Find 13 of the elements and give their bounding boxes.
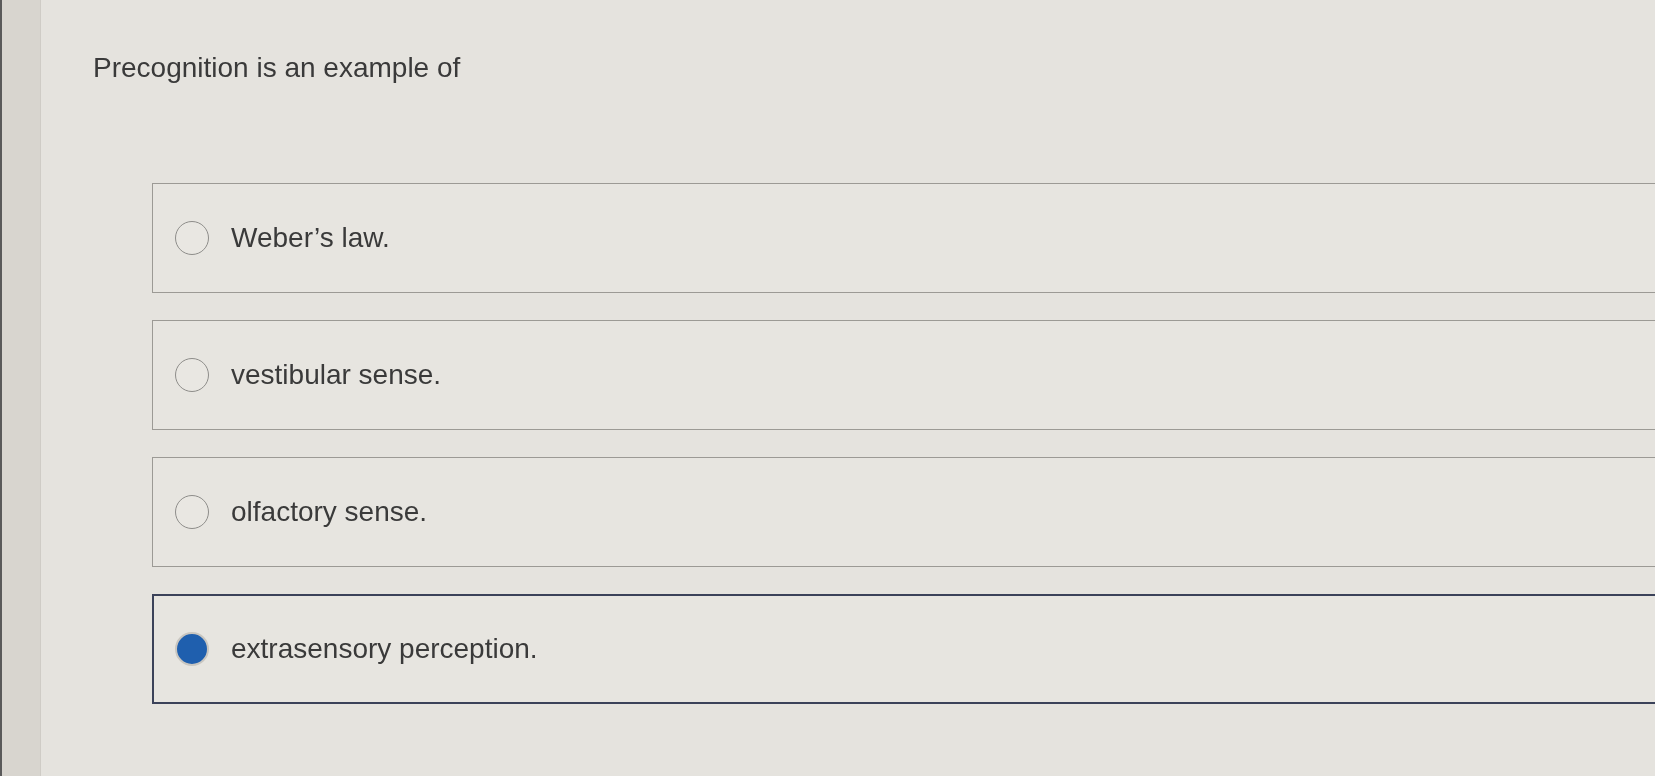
radio-button[interactable] (175, 632, 209, 666)
radio-button[interactable] (175, 495, 209, 529)
question-text: Precognition is an example of (93, 51, 461, 85)
option-text: extrasensory perception. (231, 632, 538, 666)
option-text: olfactory sense. (231, 495, 428, 529)
option-text: vestibular sense. (231, 358, 442, 392)
option-text: Weber’s law. (231, 221, 390, 255)
answer-option[interactable]: vestibular sense. (152, 320, 1655, 430)
radio-button[interactable] (175, 358, 209, 392)
answer-option[interactable]: Weber’s law. (152, 183, 1655, 293)
answer-option[interactable]: olfactory sense. (152, 457, 1655, 567)
answer-option[interactable]: extrasensory perception. (152, 594, 1655, 704)
radio-button[interactable] (175, 221, 209, 255)
